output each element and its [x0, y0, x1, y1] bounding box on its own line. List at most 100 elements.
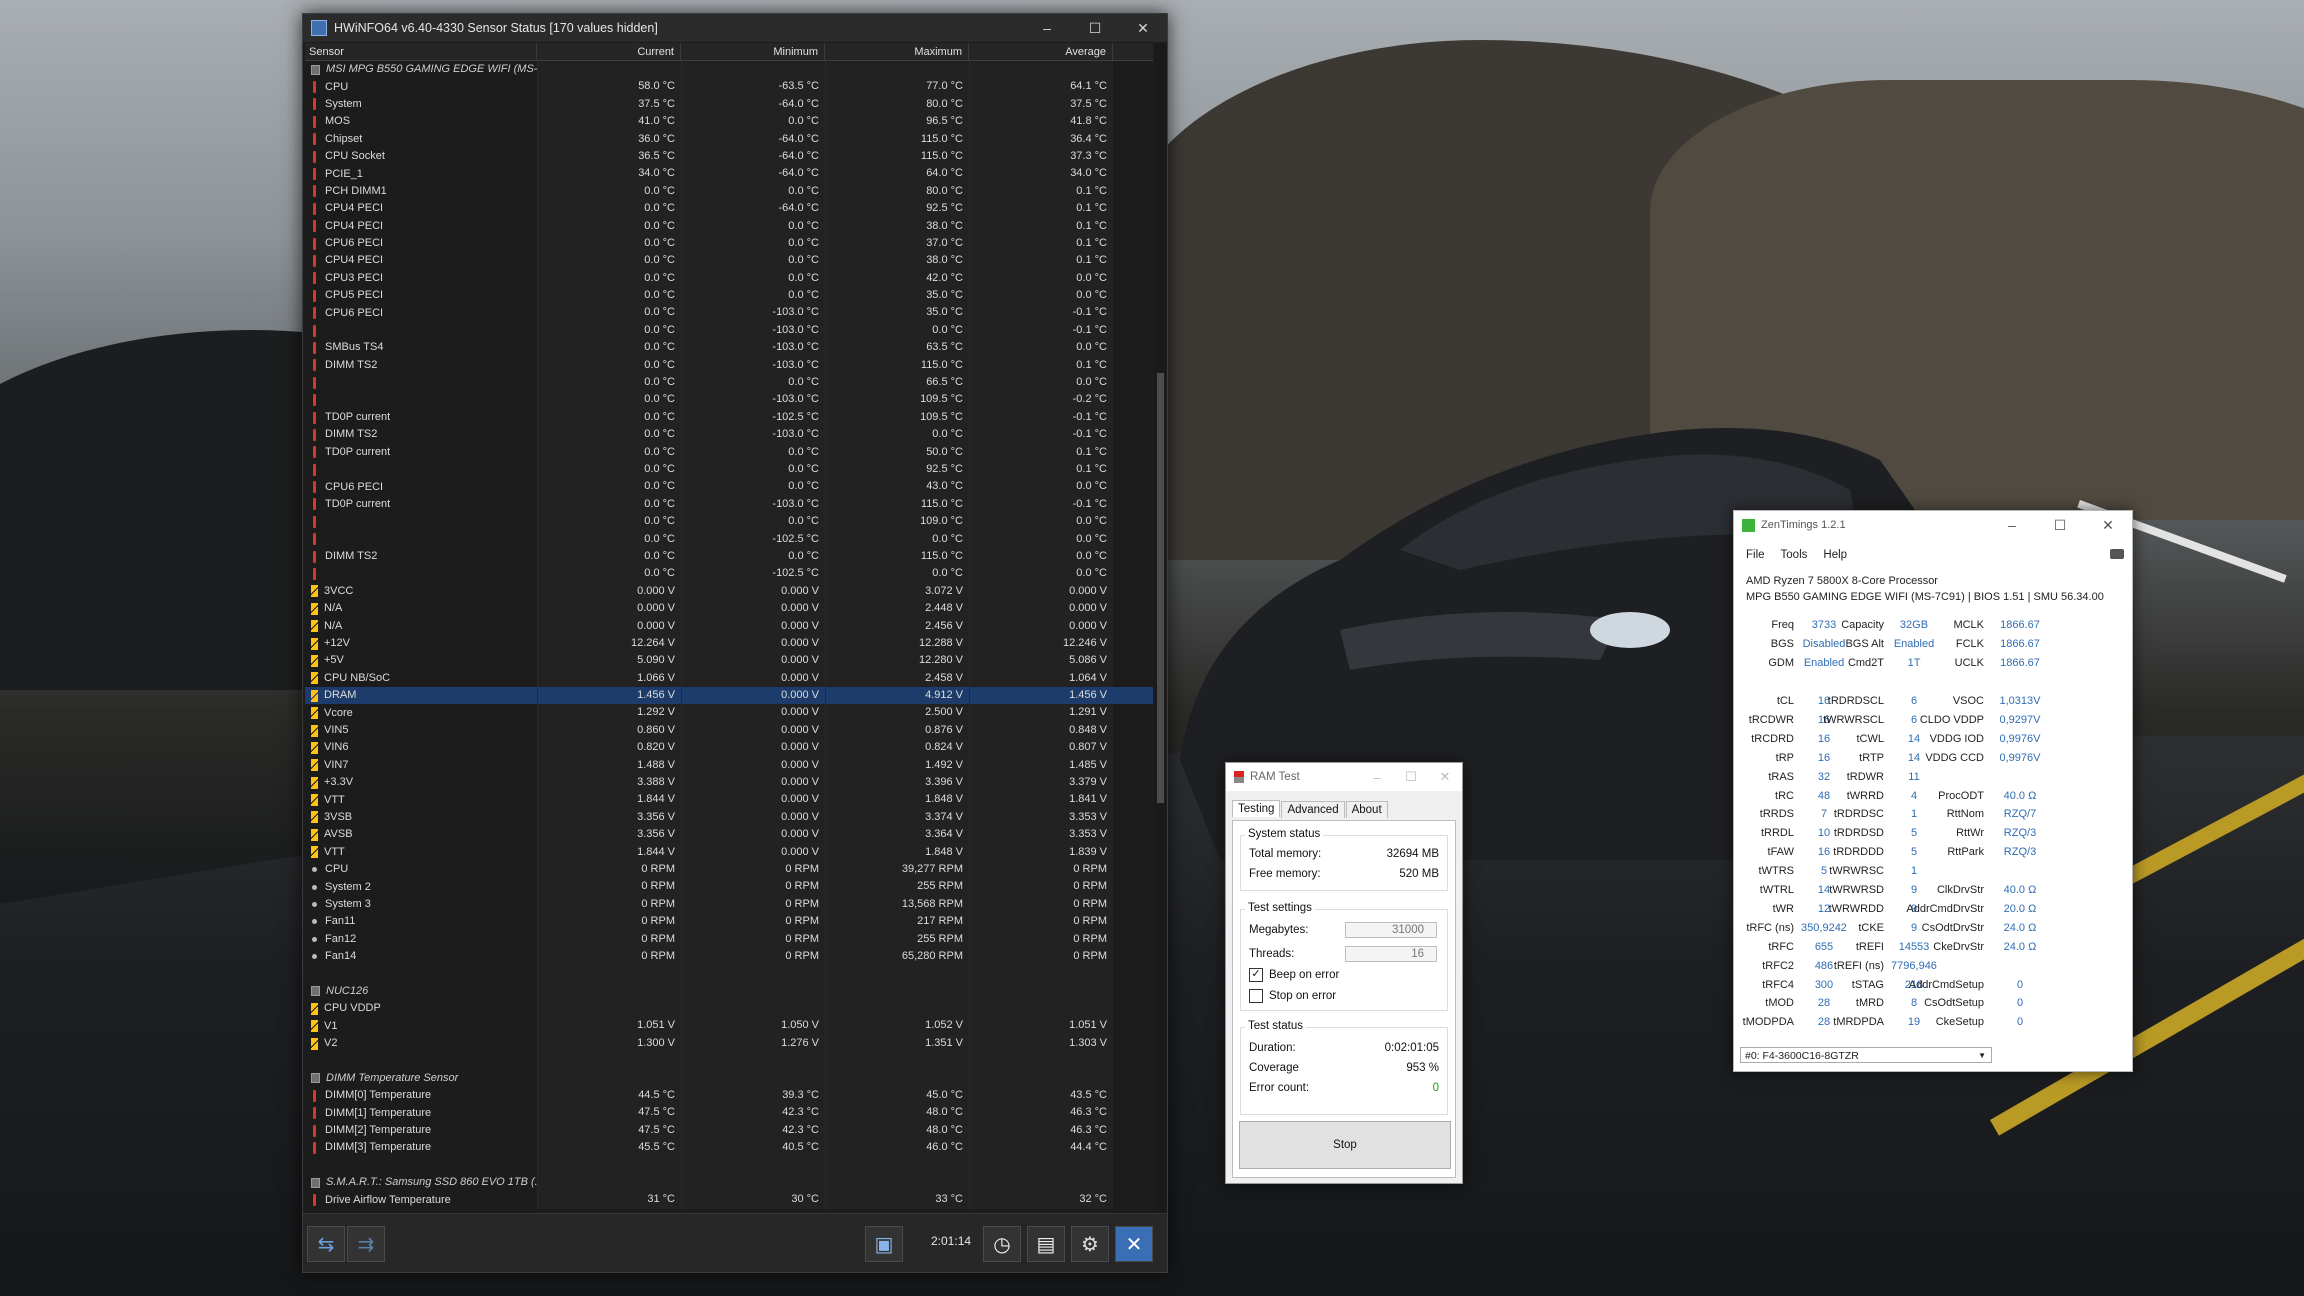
sensor-row[interactable]: CPU6 PECI 0.0 °C 0.0 °C 37.0 °C 0.1 °C	[305, 234, 1153, 253]
sensor-row[interactable]: CPU4 PECI 0.0 °C 0.0 °C 38.0 °C 0.1 °C	[305, 217, 1153, 235]
column-header-maximum[interactable]: Maximum	[825, 43, 969, 60]
sensor-row[interactable]: 0.0 °C -102.5 °C 0.0 °C 0.0 °C	[305, 530, 1153, 548]
sensor-row[interactable]: PCH DIMM1 0.0 °C 0.0 °C 80.0 °C 0.1 °C	[305, 182, 1153, 201]
sensor-row[interactable]: Fan14 0 RPM 0 RPM 65,280 RPM 0 RPM	[305, 947, 1153, 966]
column-header-average[interactable]: Average	[969, 43, 1113, 60]
sensor-row[interactable]: PCIE_1 34.0 °C -64.0 °C 64.0 °C 34.0 °C	[305, 165, 1153, 183]
close-icon[interactable]: ✕	[2084, 517, 2132, 534]
stop-button[interactable]: Stop	[1239, 1121, 1451, 1169]
stop-on-error-checkbox[interactable]: Stop on error	[1249, 989, 1336, 1003]
sensor-row[interactable]: DIMM[0] Temperature 44.5 °C 39.3 °C 45.0 °C…	[305, 1087, 1153, 1105]
sensor-row[interactable]: 0.0 °C 0.0 °C 109.0 °C 0.0 °C	[305, 513, 1153, 531]
sensor-row[interactable]: DIMM[1] Temperature 47.5 °C 42.3 °C 48.0 °C…	[305, 1104, 1153, 1122]
hwinfo-title-bar[interactable]: HWiNFO64 v6.40-4330 Sensor Status [170 v…	[303, 14, 1167, 42]
sensor-row[interactable]: CPU3 PECI 0.0 °C 0.0 °C 42.0 °C 0.0 °C	[305, 269, 1153, 288]
megabytes-input[interactable]: 31000	[1345, 922, 1437, 938]
sensor-row[interactable]: VTT 1.844 V 0.000 V 1.848 V 1.841 V	[305, 791, 1153, 809]
zentimings-title-bar[interactable]: ZenTimings 1.2.1 – ☐ ✕	[1734, 511, 2132, 539]
sensor-row[interactable]: DRAM 1.456 V 0.000 V 4.912 V 1.456 V	[305, 687, 1153, 705]
sensor-row[interactable]: CPU Socket 36.5 °C -64.0 °C 115.0 °C 37.3 °C	[305, 147, 1153, 166]
beep-on-error-checkbox[interactable]: ✓ Beep on error	[1249, 968, 1339, 982]
sensor-row[interactable]: 3VCC 0.000 V 0.000 V 3.072 V 0.000 V	[305, 582, 1153, 601]
maximize-icon[interactable]: ☐	[1394, 769, 1428, 785]
report-icon[interactable]: ▤	[1027, 1226, 1065, 1262]
sensor-row[interactable]: Fan11 0 RPM 0 RPM 217 RPM 0 RPM	[305, 913, 1153, 931]
sensor-row[interactable]: MOS 41.0 °C 0.0 °C 96.5 °C 41.8 °C	[305, 113, 1153, 131]
sensor-row[interactable]: 3VSB 3.356 V 0.000 V 3.374 V 3.353 V	[305, 808, 1153, 827]
sensor-group-row[interactable]: MSI MPG B550 GAMING EDGE WIFI (MS-...	[305, 61, 1153, 79]
sensor-row[interactable]: VIN7 1.488 V 0.000 V 1.492 V 1.485 V	[305, 756, 1153, 775]
sensor-row[interactable]: System 30 RPM 0 RPM 13,568 RPM 0 RPM	[305, 895, 1153, 914]
sensor-row[interactable]	[305, 965, 1153, 983]
sensor-row[interactable]: DIMM[3] Temperature 45.5 °C 40.5 °C 46.0 °C…	[305, 1139, 1153, 1157]
minimize-icon[interactable]: –	[1988, 517, 2036, 533]
sensor-row[interactable]: V2 1.300 V 1.276 V 1.351 V 1.303 V	[305, 1034, 1153, 1053]
sensor-row[interactable]: CPU 0 RPM 0 RPM 39,277 RPM 0 RPM	[305, 860, 1153, 879]
sensor-row[interactable]: AVSB 3.356 V 0.000 V 3.364 V 3.353 V	[305, 826, 1153, 844]
menu-tools[interactable]: Tools	[1781, 549, 1808, 561]
sensor-row[interactable]: VIN6 0.820 V 0.000 V 0.824 V 0.807 V	[305, 739, 1153, 757]
minimize-icon[interactable]: –	[1360, 770, 1394, 785]
sensor-row[interactable]: CPU4 PECI 0.0 °C -64.0 °C 92.5 °C 0.1 °C	[305, 200, 1153, 218]
scrollbar-thumb[interactable]	[1157, 373, 1164, 803]
sensor-row[interactable]: 0.0 °C -102.5 °C 0.0 °C 0.0 °C	[305, 565, 1153, 583]
sensor-group-row[interactable]: NUC126	[305, 982, 1153, 1001]
sensor-row[interactable]: DIMM TS2 0.0 °C -103.0 °C 115.0 °C 0.1 °C	[305, 356, 1153, 375]
clock-icon[interactable]: ◷	[983, 1226, 1021, 1262]
sensor-group-row[interactable]: DIMM Temperature Sensor	[305, 1069, 1153, 1088]
sensor-row[interactable]: SMBus TS4 0.0 °C -103.0 °C 63.5 °C 0.0 °C	[305, 339, 1153, 357]
menu-file[interactable]: File	[1746, 549, 1765, 561]
sensor-row[interactable]: TD0P current 0.0 °C -103.0 °C 115.0 °C -0.1 …	[305, 495, 1153, 514]
minimize-icon[interactable]: –	[1023, 20, 1071, 36]
tab-about[interactable]: About	[1345, 801, 1388, 818]
sensor-row[interactable]	[305, 1052, 1153, 1070]
tab-testing[interactable]: Testing	[1232, 800, 1281, 817]
sensor-row[interactable]: +5V 5.090 V 0.000 V 12.280 V 5.086 V	[305, 652, 1153, 670]
sensor-row[interactable]: CPU5 PECI 0.0 °C 0.0 °C 35.0 °C 0.0 °C	[305, 287, 1153, 305]
ramtest-title-bar[interactable]: RAM Test – ☐ ✕	[1226, 763, 1462, 791]
sensor-row[interactable]	[305, 1156, 1153, 1174]
sensor-row[interactable]: TD0P current 0.0 °C 0.0 °C 50.0 °C 0.1 °C	[305, 443, 1153, 461]
tab-advanced[interactable]: Advanced	[1281, 801, 1345, 818]
sensor-row[interactable]: 0.0 °C 0.0 °C 92.5 °C 0.1 °C	[305, 460, 1153, 479]
sensor-row[interactable]: VIN5 0.860 V 0.000 V 0.876 V 0.848 V	[305, 721, 1153, 740]
arrows-left-right-icon[interactable]: ⇆	[307, 1226, 345, 1262]
sensor-row[interactable]: CPU6 PECI 0.0 °C 0.0 °C 43.0 °C 0.0 °C	[305, 478, 1153, 496]
sensor-row[interactable]: CPU VDDP	[305, 1000, 1153, 1018]
close-icon[interactable]: ✕	[1428, 769, 1462, 785]
sensor-row[interactable]: +12V 12.264 V 0.000 V 12.288 V 12.246 V	[305, 634, 1153, 653]
screenshot-camera-icon[interactable]	[2110, 549, 2124, 559]
close-icon[interactable]: ✕	[1119, 20, 1167, 37]
maximize-icon[interactable]: ☐	[1071, 20, 1119, 37]
sensor-row[interactable]: 0.0 °C 0.0 °C 66.5 °C 0.0 °C	[305, 374, 1153, 392]
sensor-row[interactable]: TD0P current 0.0 °C -102.5 °C 109.5 °C -0.1 …	[305, 408, 1153, 427]
sensor-list-scrollbar[interactable]	[1155, 43, 1166, 1225]
sensor-row[interactable]: CPU NB/SoC 1.066 V 0.000 V 2.458 V 1.064 V	[305, 669, 1153, 688]
sensor-row[interactable]: Fan12 0 RPM 0 RPM 255 RPM 0 RPM	[305, 930, 1153, 948]
collapse-arrows-icon[interactable]: ⇉	[347, 1226, 385, 1262]
sensor-row[interactable]: DIMM[2] Temperature 47.5 °C 42.3 °C 48.0 °C…	[305, 1121, 1153, 1140]
sensor-row[interactable]: N/A 0.000 V 0.000 V 2.456 V 0.000 V	[305, 617, 1153, 635]
maximize-icon[interactable]: ☐	[2036, 517, 2084, 534]
column-header-sensor[interactable]: Sensor	[305, 43, 537, 60]
sensor-row[interactable]: 0.0 °C -103.0 °C 0.0 °C -0.1 °C	[305, 321, 1153, 340]
sensor-row[interactable]: CPU6 PECI 0.0 °C -103.0 °C 35.0 °C -0.1 °C	[305, 304, 1153, 322]
sensor-row[interactable]: System 20 RPM 0 RPM 255 RPM 0 RPM	[305, 878, 1153, 896]
dimm-select[interactable]: #0: F4-3600C16-8GTZR ▼	[1740, 1047, 1992, 1063]
sensor-row[interactable]: VTT 1.844 V 0.000 V 1.848 V 1.839 V	[305, 843, 1153, 861]
close-sensors-icon[interactable]: ✕	[1115, 1226, 1153, 1262]
sensor-row[interactable]: +3.3V 3.388 V 0.000 V 3.396 V 3.379 V	[305, 774, 1153, 792]
sensor-row[interactable]: V1 1.051 V 1.050 V 1.052 V 1.051 V	[305, 1017, 1153, 1035]
network-monitor-icon[interactable]: ▣	[865, 1226, 903, 1262]
sensor-row[interactable]: System 37.5 °C -64.0 °C 80.0 °C 37.5 °C	[305, 95, 1153, 114]
sensor-row[interactable]: DIMM TS2 0.0 °C 0.0 °C 115.0 °C 0.0 °C	[305, 547, 1153, 566]
sensor-group-row[interactable]: S.M.A.R.T.: Samsung SSD 860 EVO 1TB (...	[305, 1174, 1153, 1192]
sensor-row[interactable]: 0.0 °C -103.0 °C 109.5 °C -0.2 °C	[305, 391, 1153, 409]
column-header-minimum[interactable]: Minimum	[681, 43, 825, 60]
sensor-row[interactable]: DIMM TS2 0.0 °C -103.0 °C 0.0 °C -0.1 °C	[305, 426, 1153, 444]
sensor-row[interactable]: N/A 0.000 V 0.000 V 2.448 V 0.000 V	[305, 600, 1153, 618]
sensor-row[interactable]: Chipset 36.0 °C -64.0 °C 115.0 °C 36.4 °C	[305, 130, 1153, 148]
sensor-row[interactable]: Drive Airflow Temperature 31 °C 30 °C 33 °C…	[305, 1191, 1153, 1209]
threads-input[interactable]: 16	[1345, 946, 1437, 962]
menu-help[interactable]: Help	[1823, 549, 1847, 561]
